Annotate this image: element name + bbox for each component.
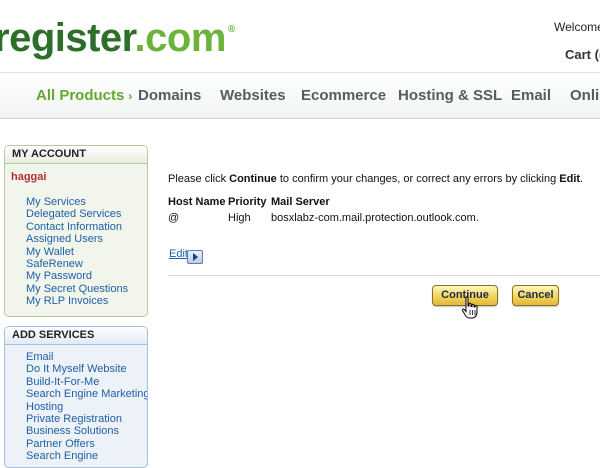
instruction-text-3: .	[580, 173, 584, 185]
cancel-button[interactable]: Cancel	[512, 285, 559, 306]
confirm-instruction: Please click Continue to confirm your ch…	[168, 173, 583, 185]
sidebar-item-my-rlp-invoices[interactable]: My RLP Invoices	[5, 295, 147, 307]
cart-link[interactable]: Cart ((	[565, 47, 600, 62]
my-account-panel: MY ACCOUNT haggai My Services Delegated …	[4, 145, 148, 317]
account-username: haggai	[11, 171, 47, 183]
sidebar-item-partner-offers[interactable]: Partner Offers	[5, 438, 147, 450]
sidebar-item-search-engine[interactable]: Search Engine	[5, 450, 147, 462]
sidebar-item-private-registration[interactable]: Private Registration	[5, 413, 147, 425]
register-logo[interactable]: register.com ®	[0, 16, 235, 61]
sidebar-item-email[interactable]: Email	[5, 351, 147, 363]
column-header-host-name: Host Name	[168, 196, 226, 208]
nav-domains[interactable]: Domains	[138, 87, 201, 104]
chevron-right-icon: ›	[128, 89, 133, 103]
sidebar-item-assigned-users[interactable]: Assigned Users	[5, 233, 147, 245]
logo-wordmark: register	[0, 16, 135, 60]
hand-pointer-icon	[461, 296, 478, 319]
sidebar-item-my-services[interactable]: My Services	[5, 196, 147, 208]
logo-tld: .com	[134, 16, 227, 60]
instruction-edit-word: Edit	[559, 173, 581, 185]
sidebar-item-do-it-myself-website[interactable]: Do It Myself Website	[5, 363, 147, 375]
registered-mark: ®	[227, 24, 235, 35]
welcome-text: Welcome	[554, 20, 600, 34]
add-services-links: Email Do It Myself Website Build-It-For-…	[5, 351, 147, 463]
main-nav: All Products › Domains Websites Ecommerce…	[0, 72, 600, 119]
nav-all-products-label: All Products	[36, 87, 125, 104]
sidebar-item-business-solutions[interactable]: Business Solutions	[5, 425, 147, 437]
sidebar-item-contact-information[interactable]: Contact Information	[5, 221, 147, 233]
table-cell-host: @	[168, 212, 180, 224]
sidebar-item-my-secret-questions[interactable]: My Secret Questions	[5, 283, 147, 295]
instruction-text-1: Please click	[168, 173, 230, 185]
table-cell-mail-server: bosxlabz-com.mail.protection.outlook.com…	[271, 212, 479, 224]
sidebar-item-build-it-for-me[interactable]: Build-It-For-Me	[5, 376, 147, 388]
nav-all-products[interactable]: All Products ›	[36, 87, 132, 104]
sidebar-item-my-wallet[interactable]: My Wallet	[5, 246, 147, 258]
my-account-heading: MY ACCOUNT	[5, 146, 147, 164]
sidebar-item-search-engine-marketing[interactable]: Search Engine Marketing	[5, 388, 147, 400]
edit-link[interactable]: Edit	[169, 248, 188, 260]
sidebar-item-my-password[interactable]: My Password	[5, 270, 147, 282]
nav-ecommerce[interactable]: Ecommerce	[301, 87, 386, 104]
account-links: My Services Delegated Services Contact I…	[5, 196, 147, 308]
content-divider	[168, 275, 600, 276]
nav-online[interactable]: Onlin	[570, 87, 600, 104]
instruction-text-2: to confirm your changes, or correct any …	[276, 173, 560, 185]
nav-email[interactable]: Email	[511, 87, 551, 104]
instruction-continue-word: Continue	[229, 173, 277, 185]
nav-hosting-ssl[interactable]: Hosting & SSL	[398, 87, 502, 104]
sidebar-item-saferenew[interactable]: SafeRenew	[5, 258, 147, 270]
nav-websites[interactable]: Websites	[220, 87, 286, 104]
add-services-heading: ADD SERVICES	[5, 327, 147, 345]
sidebar-item-delegated-services[interactable]: Delegated Services	[5, 208, 147, 220]
sidebar-item-hosting[interactable]: Hosting	[5, 401, 147, 413]
arrow-right-icon[interactable]	[187, 250, 203, 264]
add-services-panel: ADD SERVICES Email Do It Myself Website …	[4, 326, 148, 468]
column-header-mail-server: Mail Server	[271, 196, 330, 208]
column-header-priority: Priority	[228, 196, 267, 208]
table-cell-priority: High	[228, 212, 251, 224]
